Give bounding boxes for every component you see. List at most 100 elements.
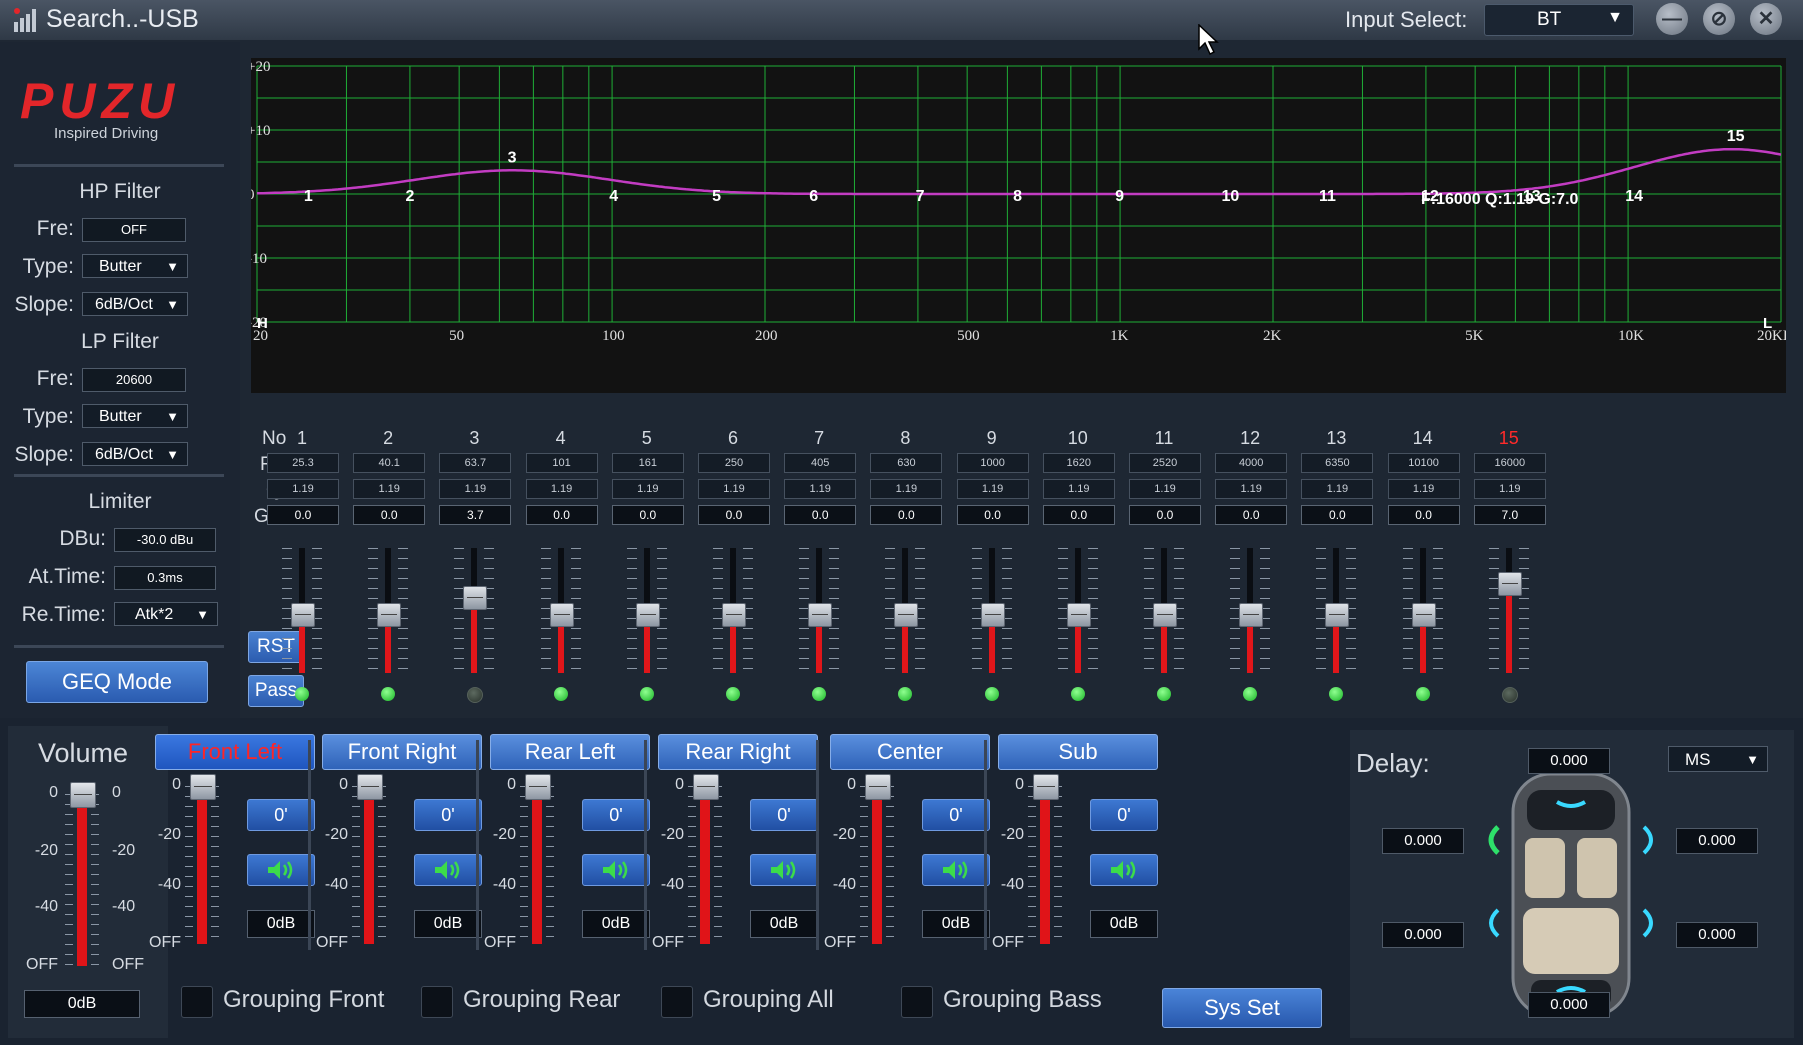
band-q-field[interactable]: 1.19 [611,479,684,499]
phase-button[interactable]: 0' [247,799,315,831]
band-gain-field[interactable]: 0.0 [353,505,426,525]
band-status-led[interactable] [1243,687,1258,701]
band-frequency-field[interactable]: 40.1 [353,453,426,473]
band-q-field[interactable]: 1.19 [267,479,339,499]
band-marker-1[interactable]: 1 [304,188,313,205]
band-number[interactable]: 15 [1479,428,1539,449]
band-gain-field[interactable]: 0.0 [1301,505,1374,525]
band-frequency-field[interactable]: 101 [525,453,598,473]
phase-button[interactable]: 0' [582,799,650,831]
band-gain-slider[interactable] [536,548,586,673]
channel-select-button[interactable]: Center [830,734,990,770]
band-gain-field[interactable]: 3.7 [439,505,512,525]
slider-knob[interactable] [894,603,919,627]
slider-knob[interactable] [291,603,315,627]
grouping-front-checkbox[interactable]: Grouping Front [181,986,384,1018]
band-status-led[interactable] [553,687,568,701]
band-gain-field[interactable]: 0.0 [698,505,770,525]
limiter-retime-select[interactable]: Atk*2 ▼ [114,602,218,626]
channel-fader-knob[interactable] [525,774,551,800]
band-gain-slider[interactable] [277,548,327,673]
band-gain-slider[interactable] [449,548,499,673]
close-button[interactable]: ✕ [1750,3,1782,35]
band-status-led[interactable] [1501,687,1518,703]
channel-fader-knob[interactable] [190,774,216,800]
hp-type-select[interactable]: Butter ▼ [82,254,188,278]
band-marker-11[interactable]: 11 [1319,188,1336,205]
channel-select-button[interactable]: Sub [998,734,1158,770]
delay-rear-left-field[interactable]: 0.000 [1382,922,1464,948]
band-frequency-field[interactable]: 161 [611,453,684,473]
band-gain-slider[interactable] [1053,548,1103,673]
channel-db-readout[interactable]: 0dB [414,910,482,938]
band-number[interactable]: 8 [875,428,935,449]
lp-slope-select[interactable]: 6dB/Oct ▼ [82,442,188,466]
band-marker-4[interactable]: 4 [609,188,618,205]
hp-slope-select[interactable]: 6dB/Oct ▼ [82,292,188,316]
band-status-led[interactable] [381,687,396,701]
band-frequency-field[interactable]: 1620 [1042,453,1115,473]
band-number[interactable]: 3 [444,428,504,449]
band-gain-field[interactable]: 0.0 [956,505,1029,525]
channel-select-button[interactable]: Front Right [322,734,482,770]
band-number[interactable]: 7 [789,428,849,449]
channel-fader-knob[interactable] [1033,774,1059,800]
band-number[interactable]: 12 [1220,428,1280,449]
mute-button[interactable] [1090,854,1158,886]
slider-knob[interactable] [1153,603,1177,627]
band-gain-field[interactable]: 7.0 [1473,505,1546,525]
band-gain-field[interactable]: 0.0 [525,505,598,525]
phase-button[interactable]: 0' [750,799,818,831]
band-q-field[interactable]: 1.19 [698,479,770,499]
band-gain-slider[interactable] [1311,548,1361,673]
band-gain-slider[interactable] [1484,548,1534,673]
channel-db-readout[interactable]: 0dB [582,910,650,938]
channel-select-button[interactable]: Rear Right [658,734,818,770]
channel-db-readout[interactable]: 0dB [247,910,315,938]
band-number[interactable]: 5 [617,428,677,449]
mute-button[interactable] [247,854,315,886]
delay-front-right-field[interactable]: 0.000 [1676,828,1758,854]
band-status-led[interactable] [295,687,309,701]
band-q-field[interactable]: 1.19 [439,479,512,499]
band-status-led[interactable] [467,687,484,703]
mute-button[interactable] [922,854,990,886]
band-marker-10[interactable]: 10 [1222,188,1240,205]
slider-knob[interactable] [808,603,833,627]
delay-rear-right-field[interactable]: 0.000 [1676,922,1758,948]
band-frequency-field[interactable]: 2520 [1129,453,1201,473]
band-frequency-field[interactable]: 25.3 [267,453,339,473]
band-q-field[interactable]: 1.19 [1129,479,1201,499]
hp-fre-field[interactable]: OFF [82,218,186,242]
limiter-dbu-field[interactable]: -30.0 dBu [114,528,216,552]
channel-select-button[interactable]: Front Left [155,734,315,770]
band-marker-2[interactable]: 2 [405,188,414,205]
band-number[interactable]: 6 [703,428,763,449]
band-marker-5[interactable]: 5 [712,188,721,205]
slider-knob[interactable] [1497,571,1522,596]
band-frequency-field[interactable]: 1000 [956,453,1029,473]
band-status-led[interactable] [1329,687,1344,701]
channel-fader-knob[interactable] [357,774,383,800]
band-marker-3[interactable]: 3 [508,149,517,166]
channel-select-button[interactable]: Rear Left [490,734,650,770]
slider-knob[interactable] [377,603,402,627]
band-q-field[interactable]: 1.19 [1215,479,1288,499]
restore-button[interactable]: ⊘ [1703,3,1735,35]
band-q-field[interactable]: 1.19 [956,479,1029,499]
volume-slider-knob[interactable] [70,782,96,808]
band-q-field[interactable]: 1.19 [525,479,598,499]
band-frequency-field[interactable]: 630 [870,453,943,473]
band-gain-field[interactable]: 0.0 [870,505,943,525]
slider-knob[interactable] [722,603,746,627]
band-gain-field[interactable]: 0.0 [784,505,857,525]
band-gain-slider[interactable] [1225,548,1275,673]
input-select-dropdown[interactable]: BT ▼ [1484,4,1634,36]
band-frequency-field[interactable]: 405 [784,453,857,473]
band-status-led[interactable] [1157,687,1171,701]
lp-fre-field[interactable]: 20600 [82,368,186,392]
band-marker-15[interactable]: 15 [1727,128,1745,145]
phase-button[interactable]: 0' [922,799,990,831]
mute-button[interactable] [750,854,818,886]
band-frequency-field[interactable]: 4000 [1215,453,1288,473]
